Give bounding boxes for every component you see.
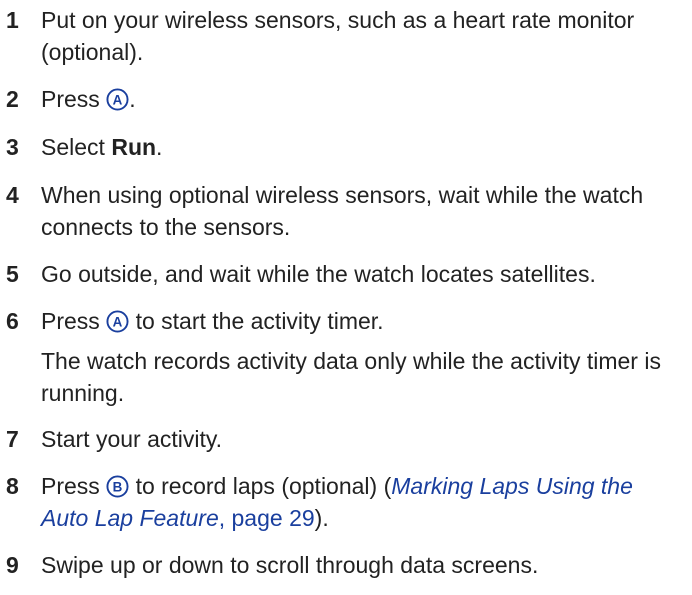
step-text-after: to record laps (optional) ( <box>129 473 392 499</box>
step-number: 8 <box>6 473 19 499</box>
step-text: Press B to record laps (optional) (Marki… <box>41 470 681 534</box>
step-text: Select Run. <box>41 131 681 163</box>
svg-text:B: B <box>113 479 123 494</box>
step-text-after: . <box>129 86 136 112</box>
step-text-after: to start the activity timer. <box>129 308 384 334</box>
step-number: 9 <box>6 552 19 578</box>
step-number: 2 <box>6 86 19 112</box>
step-text-before: Press <box>41 473 107 499</box>
step-number: 3 <box>6 134 19 160</box>
step-number: 5 <box>6 261 19 287</box>
step-number: 7 <box>6 426 19 452</box>
run-label: Run <box>111 134 157 160</box>
step-number: 6 <box>6 308 19 334</box>
a-button-icon: A <box>106 88 129 111</box>
step-text: Press A. <box>41 83 681 115</box>
step-text: When using optional wireless sensors, wa… <box>41 182 644 240</box>
b-button-icon: B <box>106 475 129 498</box>
step-text: Go outside, and wait while the watch loc… <box>41 261 596 287</box>
step-text-before: Press <box>41 308 107 334</box>
step-text: Swipe up or down to scroll through data … <box>41 552 539 578</box>
step-text: Press A to start the activity timer. <box>41 305 681 337</box>
step-text-before: Select <box>41 134 112 160</box>
step-number: 1 <box>6 7 19 33</box>
svg-text:A: A <box>113 92 123 107</box>
step-text: Start your activity. <box>41 426 223 452</box>
step-text: Put on your wireless sensors, such as a … <box>41 7 635 65</box>
instruction-list: 1 Put on your wireless sensors, such as … <box>0 0 692 595</box>
step-note: The watch records activity data only whi… <box>41 348 661 406</box>
step-text-after: . <box>156 134 163 160</box>
link-page[interactable]: , page 29 <box>219 505 315 531</box>
step-number: 4 <box>6 182 19 208</box>
svg-text:A: A <box>113 314 123 329</box>
step-text-end: ). <box>314 505 329 531</box>
step-text-before: Press <box>41 86 107 112</box>
a-button-icon: A <box>106 310 129 333</box>
